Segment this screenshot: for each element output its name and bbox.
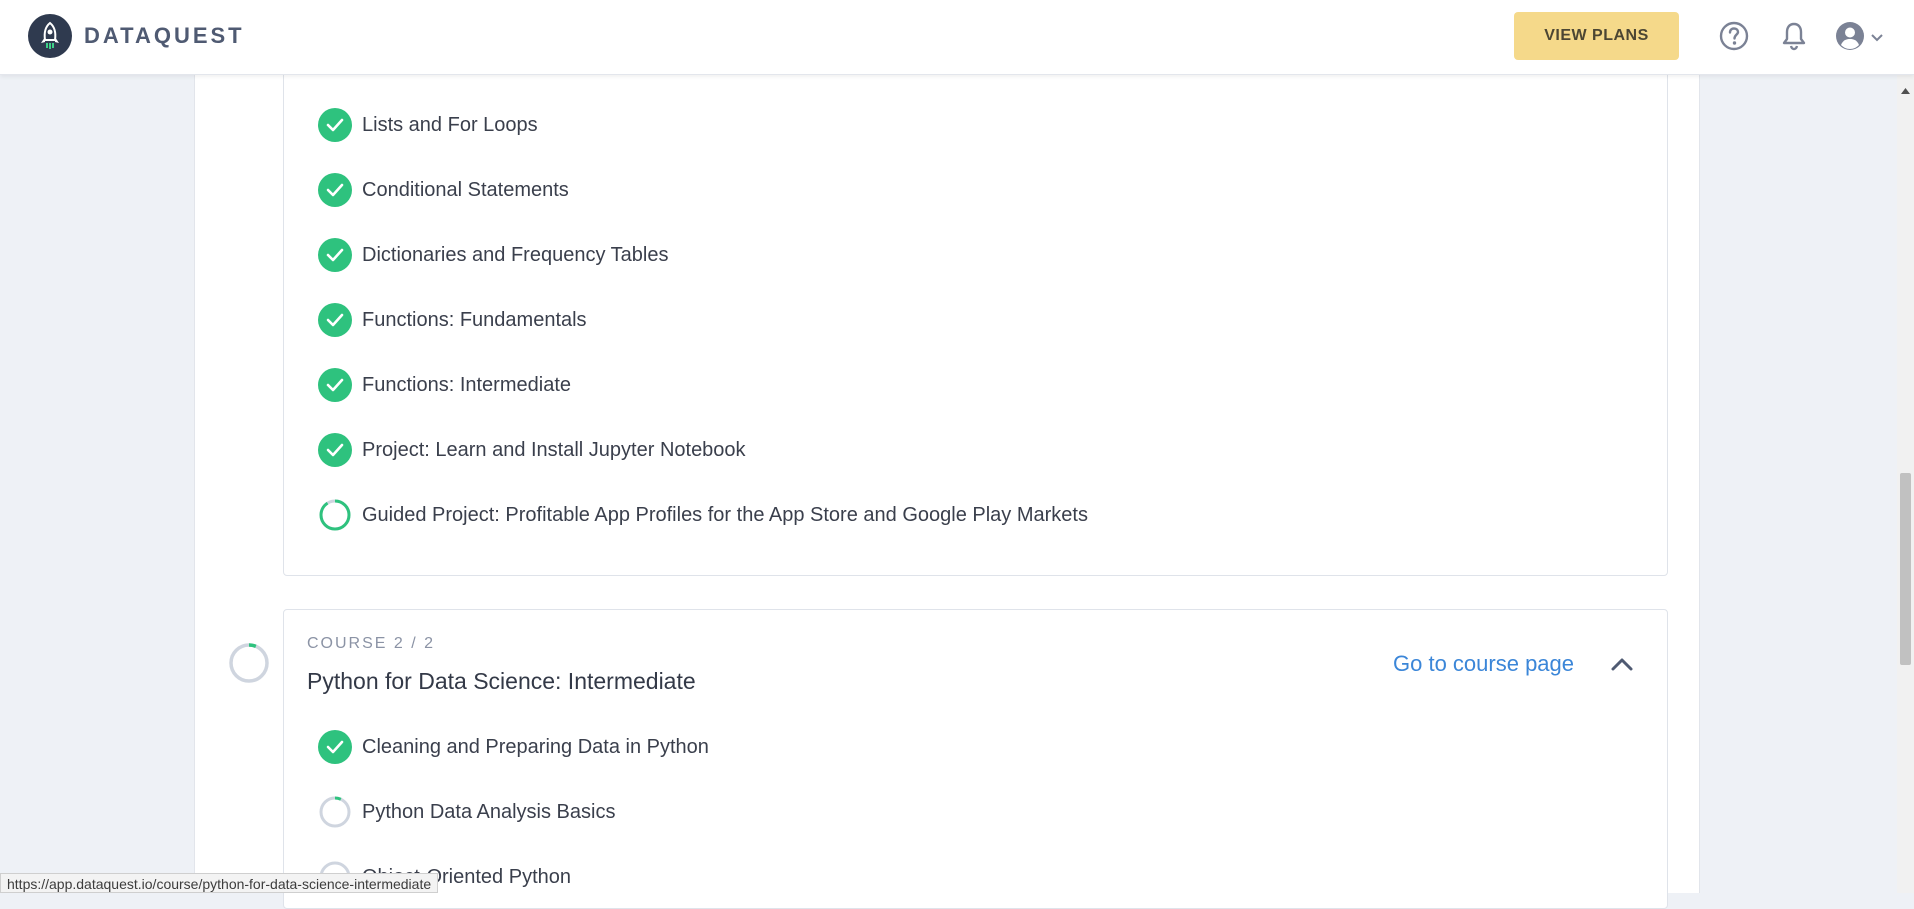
check-circle-icon (318, 368, 352, 402)
progress-ring-icon (318, 498, 352, 532)
check-circle-icon (318, 108, 352, 142)
status-bar-url: https://app.dataquest.io/course/python-f… (0, 873, 439, 893)
top-navigation-bar: DATAQUEST VIEW PLANS (0, 0, 1914, 75)
lesson-item[interactable]: Guided Project: Profitable App Profiles … (318, 497, 1088, 533)
course-title: Python for Data Science: Intermediate (307, 668, 696, 694)
course-number: COURSE 2 / 2 (307, 635, 436, 652)
scroll-up-arrow-icon[interactable] (1901, 81, 1910, 99)
user-avatar-icon (1834, 20, 1866, 57)
scrollbar-thumb[interactable] (1900, 473, 1911, 665)
brand-name: DATAQUEST (84, 23, 245, 48)
lesson-title: Cleaning and Preparing Data in Python (362, 735, 709, 758)
lesson-item[interactable]: Conditional Statements (318, 172, 569, 208)
lesson-title: Functions: Intermediate (362, 373, 571, 396)
go-to-course-page-link[interactable]: Go to course page (1393, 651, 1574, 677)
lesson-item[interactable]: Lists and For Loops (318, 107, 538, 143)
dataquest-logo[interactable]: DATAQUEST (28, 14, 245, 58)
lesson-title: Conditional Statements (362, 178, 569, 201)
lesson-title: Dictionaries and Frequency Tables (362, 243, 669, 266)
chevron-down-icon (1870, 30, 1884, 48)
lesson-title: Lists and For Loops (362, 113, 538, 136)
chevron-up-icon[interactable] (1610, 656, 1634, 677)
vertical-scrollbar[interactable] (1897, 75, 1914, 893)
lesson-item[interactable]: Python Data Analysis Basics (318, 794, 615, 830)
lesson-item[interactable]: Project: Learn and Install Jupyter Noteb… (318, 432, 746, 468)
check-circle-icon (318, 238, 352, 272)
lesson-title: Project: Learn and Install Jupyter Noteb… (362, 438, 746, 461)
view-plans-button[interactable]: VIEW PLANS (1514, 12, 1679, 60)
lesson-item[interactable]: Functions: Fundamentals (318, 302, 587, 338)
lesson-title: Python Data Analysis Basics (362, 800, 616, 823)
check-circle-icon (318, 303, 352, 337)
lesson-item[interactable]: Cleaning and Preparing Data in Python (318, 729, 709, 765)
check-circle-icon (318, 173, 352, 207)
rocket-logo-icon (28, 14, 72, 58)
user-menu[interactable] (1834, 20, 1884, 57)
progress-ring-icon (318, 795, 352, 829)
check-circle-icon (318, 433, 352, 467)
course-progress-ring-icon (228, 642, 270, 689)
help-icon[interactable] (1718, 20, 1750, 57)
bell-icon[interactable] (1780, 20, 1808, 57)
lesson-title: Functions: Fundamentals (362, 308, 587, 331)
check-circle-icon (318, 730, 352, 764)
lesson-item[interactable]: Functions: Intermediate (318, 367, 571, 403)
lesson-title: Guided Project: Profitable App Profiles … (362, 503, 1088, 526)
lesson-item[interactable]: Dictionaries and Frequency Tables (318, 237, 668, 273)
